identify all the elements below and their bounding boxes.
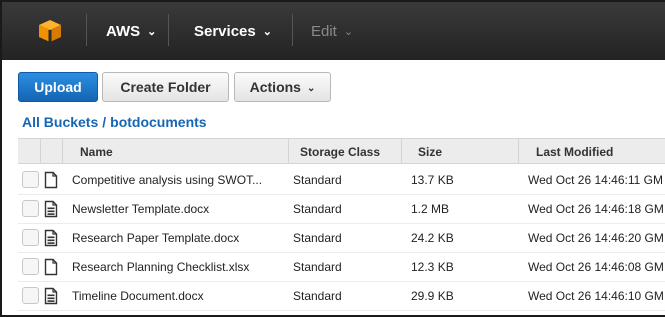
column-header-storage-class[interactable]: Storage Class	[300, 145, 380, 159]
actions-label: Actions	[249, 79, 301, 95]
breadcrumb-separator: /	[102, 114, 107, 130]
create-folder-button[interactable]: Create Folder	[102, 72, 229, 102]
column-divider	[518, 139, 519, 164]
column-divider	[40, 139, 41, 164]
file-size: 1.2 MB	[411, 202, 450, 216]
file-name[interactable]: Competitive analysis using SWOT...	[72, 173, 287, 187]
row-select-checkbox[interactable]	[22, 258, 39, 275]
aws-cube-icon[interactable]	[38, 19, 62, 43]
nav-aws-menu[interactable]: AWS ⌄	[106, 23, 156, 40]
row-select-checkbox[interactable]	[22, 287, 39, 304]
top-navigation-bar: AWS ⌄ Services ⌄ Edit ⌄	[2, 2, 665, 60]
storage-class: Standard	[293, 289, 342, 303]
table-row[interactable]: Research Planning Checklist.xlsx Standar…	[18, 253, 665, 282]
document-file-icon	[44, 229, 58, 247]
chevron-down-icon: ⌄	[343, 26, 354, 38]
column-header-last-modified[interactable]: Last Modified	[536, 145, 613, 159]
storage-class: Standard	[293, 260, 342, 274]
file-size: 12.3 KB	[411, 260, 454, 274]
table-row[interactable]: Competitive analysis using SWOT... Stand…	[18, 166, 665, 195]
breadcrumb-current-bucket[interactable]: botdocuments	[110, 114, 206, 130]
document-file-icon	[44, 200, 58, 218]
chevron-down-icon: ⌄	[306, 83, 316, 94]
column-header-size[interactable]: Size	[418, 145, 442, 159]
nav-divider	[168, 14, 169, 46]
row-select-checkbox[interactable]	[22, 229, 39, 246]
column-divider	[288, 139, 289, 164]
chevron-down-icon: ⌄	[262, 26, 272, 38]
document-file-icon	[44, 287, 58, 305]
storage-class: Standard	[293, 173, 342, 187]
last-modified: Wed Oct 26 14:46:18 GM	[528, 202, 664, 216]
table-header: Name Storage Class Size Last Modified	[18, 138, 665, 164]
table-row[interactable]: Timeline Document.docx Standard 29.9 KB …	[18, 282, 665, 311]
column-divider	[62, 139, 63, 164]
nav-divider	[86, 14, 87, 46]
blank-file-icon	[44, 258, 58, 276]
file-name[interactable]: Research Paper Template.docx	[72, 231, 287, 245]
last-modified: Wed Oct 26 14:46:11 GM	[528, 173, 663, 187]
s3-console-window: AWS ⌄ Services ⌄ Edit ⌄ Upload Create Folde…	[0, 0, 665, 317]
file-name[interactable]: Newsletter Template.docx	[72, 202, 287, 216]
actions-dropdown-button[interactable]: Actions ⌄	[234, 72, 331, 102]
table-row[interactable]: Newsletter Template.docx Standard 1.2 MB…	[18, 195, 665, 224]
upload-button[interactable]: Upload	[18, 72, 98, 102]
nav-edit-menu[interactable]: Edit ⌄	[311, 23, 353, 40]
file-size: 29.9 KB	[411, 289, 454, 303]
file-size: 13.7 KB	[411, 173, 454, 187]
row-select-checkbox[interactable]	[22, 171, 39, 188]
column-divider	[401, 139, 402, 164]
file-size: 24.2 KB	[411, 231, 454, 245]
row-select-checkbox[interactable]	[22, 200, 39, 217]
nav-edit-label: Edit	[311, 23, 337, 40]
nav-aws-label: AWS	[106, 23, 141, 40]
last-modified: Wed Oct 26 14:46:08 GM	[528, 260, 664, 274]
last-modified: Wed Oct 26 14:46:20 GM	[528, 231, 664, 245]
file-name[interactable]: Timeline Document.docx	[72, 289, 287, 303]
blank-file-icon	[44, 171, 58, 189]
nav-services-label: Services	[194, 23, 256, 40]
column-header-name[interactable]: Name	[80, 145, 113, 159]
breadcrumb-all-buckets-link[interactable]: All Buckets	[22, 114, 98, 130]
file-name[interactable]: Research Planning Checklist.xlsx	[72, 260, 287, 274]
last-modified: Wed Oct 26 14:46:10 GM	[528, 289, 664, 303]
chevron-down-icon: ⌄	[147, 26, 157, 38]
storage-class: Standard	[293, 202, 342, 216]
storage-class: Standard	[293, 231, 342, 245]
nav-services-menu[interactable]: Services ⌄	[194, 23, 272, 40]
nav-divider	[292, 14, 293, 46]
table-row[interactable]: Research Paper Template.docx Standard 24…	[18, 224, 665, 253]
breadcrumb: All Buckets / botdocuments	[22, 114, 207, 130]
